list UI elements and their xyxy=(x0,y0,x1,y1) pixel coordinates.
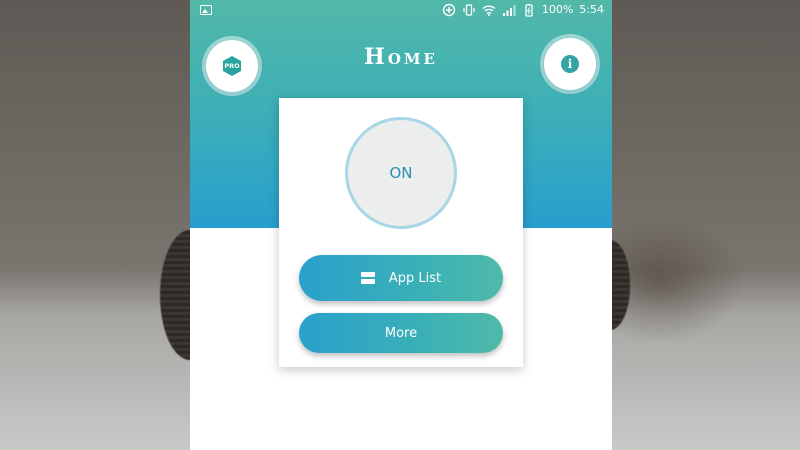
vibrate-icon xyxy=(462,3,476,17)
power-state-label: ON xyxy=(389,164,413,182)
status-icons: 100% 5:54 xyxy=(442,3,604,17)
battery-icon xyxy=(522,3,536,17)
wifi-icon xyxy=(482,3,496,17)
more-label: More xyxy=(384,325,418,341)
main-card: ON App List More xyxy=(279,98,523,367)
battery-percent: 100% xyxy=(541,3,574,16)
signal-icon xyxy=(502,3,516,17)
add-circle-icon xyxy=(442,3,456,17)
gallery-icon xyxy=(200,5,212,15)
more-button[interactable]: More xyxy=(299,313,503,353)
list-icon xyxy=(360,272,375,284)
info-icon: i xyxy=(561,55,579,73)
info-button[interactable]: i xyxy=(544,38,596,90)
app-list-label: App List xyxy=(388,270,442,286)
status-time: 5:54 xyxy=(579,3,604,16)
status-bar: 100% 5:54 xyxy=(190,0,612,22)
app-list-button[interactable]: App List xyxy=(299,255,503,301)
power-toggle-button[interactable]: ON xyxy=(345,117,457,229)
phone-screen: 100% 5:54 PRO Home i ON App List More xyxy=(190,0,612,450)
